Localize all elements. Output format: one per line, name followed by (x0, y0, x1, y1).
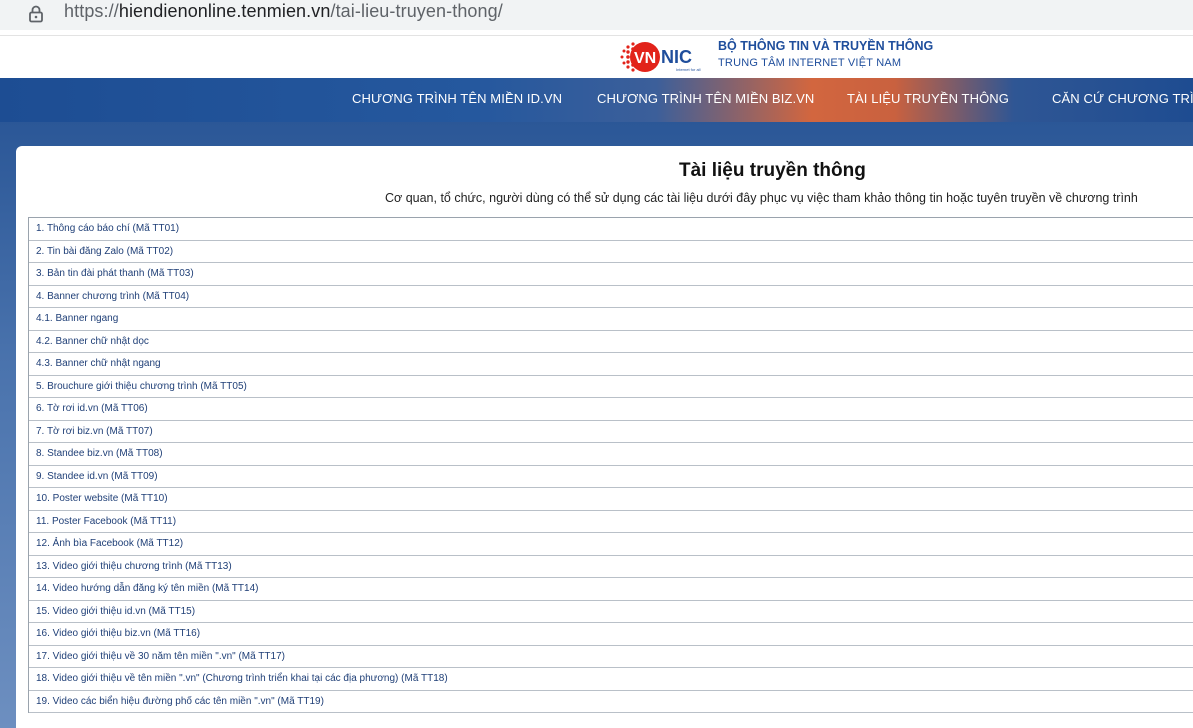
table-row: 17. Video giới thiệu về 30 năm tên miền … (29, 646, 1193, 668)
table-row: 4.3. Banner chữ nhật ngang (29, 353, 1193, 376)
document-link[interactable]: 7. Tờ rơi biz.vn (Mã TT07) (36, 426, 153, 437)
nav-item-tai-lieu[interactable]: TÀI LIỆU TRUYỀN THÔNG (847, 91, 1009, 106)
table-row: 6. Tờ rơi id.vn (Mã TT06) (29, 398, 1193, 421)
nav-item-can-cu[interactable]: CĂN CỨ CHƯƠNG TRÌNH (1052, 91, 1193, 106)
site-header: VN NIC Internet for all BỘ THÔNG TIN VÀ … (0, 36, 1193, 78)
content-card: Tài liệu truyền thông Cơ quan, tổ chức, … (16, 146, 1193, 728)
page-subtitle: Cơ quan, tổ chức, người dùng có thể sử d… (385, 191, 1138, 205)
table-row: 7. Tờ rơi biz.vn (Mã TT07) (29, 421, 1193, 443)
document-link[interactable]: 4.2. Banner chữ nhật dọc (36, 336, 149, 347)
main-nav: CHƯƠNG TRÌNH TÊN MIỀN ID.VN CHƯƠNG TRÌNH… (0, 78, 1193, 122)
table-row: 1. Thông cáo báo chí (Mã TT01) (29, 218, 1193, 241)
url-path: /tai-lieu-truyen-thong/ (330, 1, 503, 21)
table-row: 4.2. Banner chữ nhật dọc (29, 331, 1193, 353)
table-row: 2. Tin bài đăng Zalo (Mã TT02) (29, 241, 1193, 263)
lock-icon[interactable] (26, 4, 46, 24)
center-name: TRUNG TÂM INTERNET VIỆT NAM (718, 57, 902, 69)
logo-nic-glyph: NIC (661, 47, 692, 67)
document-link[interactable]: 3. Bản tin đài phát thanh (Mã TT03) (36, 268, 194, 279)
url-scheme: https:// (64, 1, 119, 21)
url-host: hiendienonline.tenmien.vn (118, 1, 331, 21)
table-row: 13. Video giới thiệu chương trình (Mã TT… (29, 556, 1193, 578)
document-link[interactable]: 2. Tin bài đăng Zalo (Mã TT02) (36, 246, 173, 257)
nav-item-id-vn[interactable]: CHƯƠNG TRÌNH TÊN MIỀN ID.VN (352, 91, 562, 106)
table-row: 4. Banner chương trình (Mã TT04) (29, 286, 1193, 308)
document-link[interactable]: 1. Thông cáo báo chí (Mã TT01) (36, 223, 179, 234)
document-link[interactable]: 16. Video giới thiệu biz.vn (Mã TT16) (36, 628, 200, 639)
document-link[interactable]: 15. Video giới thiệu id.vn (Mã TT15) (36, 606, 195, 617)
document-table: 1. Thông cáo báo chí (Mã TT01) 2. Tin bà… (28, 217, 1193, 713)
document-link[interactable]: 8. Standee biz.vn (Mã TT08) (36, 448, 163, 459)
table-row: 3. Bản tin đài phát thanh (Mã TT03) (29, 263, 1193, 286)
document-link[interactable]: 12. Ảnh bìa Facebook (Mã TT12) (36, 538, 183, 549)
document-link[interactable]: 4.3. Banner chữ nhật ngang (36, 358, 161, 369)
table-row: 12. Ảnh bìa Facebook (Mã TT12) (29, 533, 1193, 556)
table-row: 5. Brouchure giới thiệu chương trình (Mã… (29, 376, 1193, 398)
table-row: 11. Poster Facebook (Mã TT11) (29, 511, 1193, 533)
table-row: 10. Poster website (Mã TT10) (29, 488, 1193, 511)
table-row: 15. Video giới thiệu id.vn (Mã TT15) (29, 601, 1193, 623)
table-row: 16. Video giới thiệu biz.vn (Mã TT16) (29, 623, 1193, 646)
document-link[interactable]: 14. Video hướng dẫn đăng ký tên miền (Mã… (36, 583, 258, 594)
logo-vn-glyph: VN (634, 50, 656, 67)
document-link[interactable]: 10. Poster website (Mã TT10) (36, 493, 168, 504)
document-link[interactable]: 6. Tờ rơi id.vn (Mã TT06) (36, 403, 148, 414)
document-link[interactable]: 19. Video các biển hiệu đường phố các tê… (36, 696, 324, 707)
ministry-name: BỘ THÔNG TIN VÀ TRUYỀN THÔNG (718, 39, 934, 53)
document-link[interactable]: 5. Brouchure giới thiệu chương trình (Mã… (36, 381, 247, 392)
url-field[interactable]: https://hiendienonline.tenmien.vn/tai-li… (0, 0, 1193, 30)
nav-item-biz-vn[interactable]: CHƯƠNG TRÌNH TÊN MIỀN BIZ.VN (597, 91, 814, 106)
logo-tagline: Internet for all (676, 67, 701, 72)
browser-address-bar: https://hiendienonline.tenmien.vn/tai-li… (0, 0, 1193, 36)
table-row: 8. Standee biz.vn (Mã TT08) (29, 443, 1193, 466)
document-link[interactable]: 17. Video giới thiệu về 30 năm tên miền … (36, 651, 285, 662)
table-row: 18. Video giới thiệu về tên miền ".vn" (… (29, 668, 1193, 691)
page-title: Tài liệu truyền thông (679, 160, 866, 181)
url-text[interactable]: https://hiendienonline.tenmien.vn/tai-li… (64, 1, 503, 22)
vnnic-logo[interactable]: VN NIC Internet for all (618, 38, 714, 76)
table-row: 14. Video hướng dẫn đăng ký tên miền (Mã… (29, 578, 1193, 601)
table-row: 19. Video các biển hiệu đường phố các tê… (29, 691, 1193, 713)
table-row: 9. Standee id.vn (Mã TT09) (29, 466, 1193, 488)
document-link[interactable]: 13. Video giới thiệu chương trình (Mã TT… (36, 561, 232, 572)
table-row: 4.1. Banner ngang (29, 308, 1193, 331)
document-link[interactable]: 11. Poster Facebook (Mã TT11) (36, 516, 176, 527)
document-link[interactable]: 9. Standee id.vn (Mã TT09) (36, 471, 158, 482)
document-link[interactable]: 18. Video giới thiệu về tên miền ".vn" (… (36, 673, 448, 684)
document-link[interactable]: 4. Banner chương trình (Mã TT04) (36, 291, 189, 302)
document-link[interactable]: 4.1. Banner ngang (36, 313, 118, 324)
